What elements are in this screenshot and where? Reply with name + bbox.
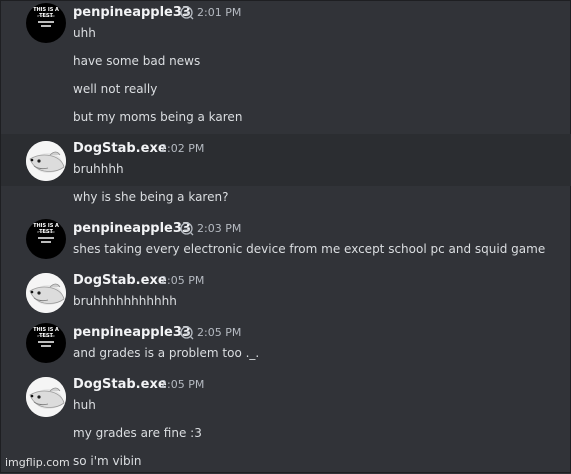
speech-bubble-icon [180,326,194,340]
avatar[interactable] [26,141,66,181]
message-author[interactable]: penpineapple33 [73,325,191,341]
avatar-subtext: IF YOU CAN [37,334,55,338]
dog-avatar-icon [26,141,66,181]
message-text: and grades is a problem too ._. [73,346,260,360]
message-text: shes taking every electronic device from… [73,242,546,256]
avatar-subtext: IF YOU CAN [37,14,55,18]
message-text: bruhhhh [73,162,124,176]
message-timestamp: 2:05 PM [160,378,205,391]
message-text: well not really [73,82,158,96]
speech-bubble-icon [180,6,194,20]
message-text: so i'm vibin [73,454,142,468]
avatar-detail [41,241,51,243]
message-timestamp: 2:05 PM [197,326,242,339]
watermark: imgflip.com [5,456,70,469]
avatar[interactable]: THIS IS A TEST IF YOU CAN [26,219,66,259]
message-author[interactable]: penpineapple33 [73,221,191,237]
avatar-detail [41,25,51,27]
avatar-subtext: IF YOU CAN [37,230,55,234]
dog-avatar-icon [26,273,66,313]
message-text: why is she being a karen? [73,190,229,204]
avatar[interactable]: THIS IS A TEST IF YOU CAN [26,3,66,43]
message-author[interactable]: DogStab.exe [73,141,167,157]
message-timestamp: 2:01 PM [197,6,242,19]
message-text: huh [73,398,96,412]
speech-bubble-icon [180,222,194,236]
message-text: have some bad news [73,54,201,68]
avatar[interactable]: THIS IS A TEST IF YOU CAN [26,323,66,363]
message-text: but my moms being a karen [73,110,243,124]
avatar-detail [41,345,51,347]
message-author[interactable]: DogStab.exe [73,377,167,393]
message-timestamp: 2:03 PM [197,222,242,235]
avatar[interactable] [26,377,66,417]
message-text: my grades are fine :3 [73,426,202,440]
avatar-detail [38,21,54,23]
avatar[interactable] [26,273,66,313]
message-text: bruhhhhhhhhhhh [73,294,177,308]
message-timestamp: 2:02 PM [160,142,205,155]
message-text: uhh [73,26,96,40]
message-timestamp: 2:05 PM [160,274,205,287]
avatar-detail [38,237,54,239]
avatar-detail [38,341,54,343]
dog-avatar-icon [26,377,66,417]
chat-messages: THIS IS A TEST IF YOU CAN penpineapple33… [1,1,571,474]
message-author[interactable]: DogStab.exe [73,273,167,289]
message-author[interactable]: penpineapple33 [73,5,191,21]
